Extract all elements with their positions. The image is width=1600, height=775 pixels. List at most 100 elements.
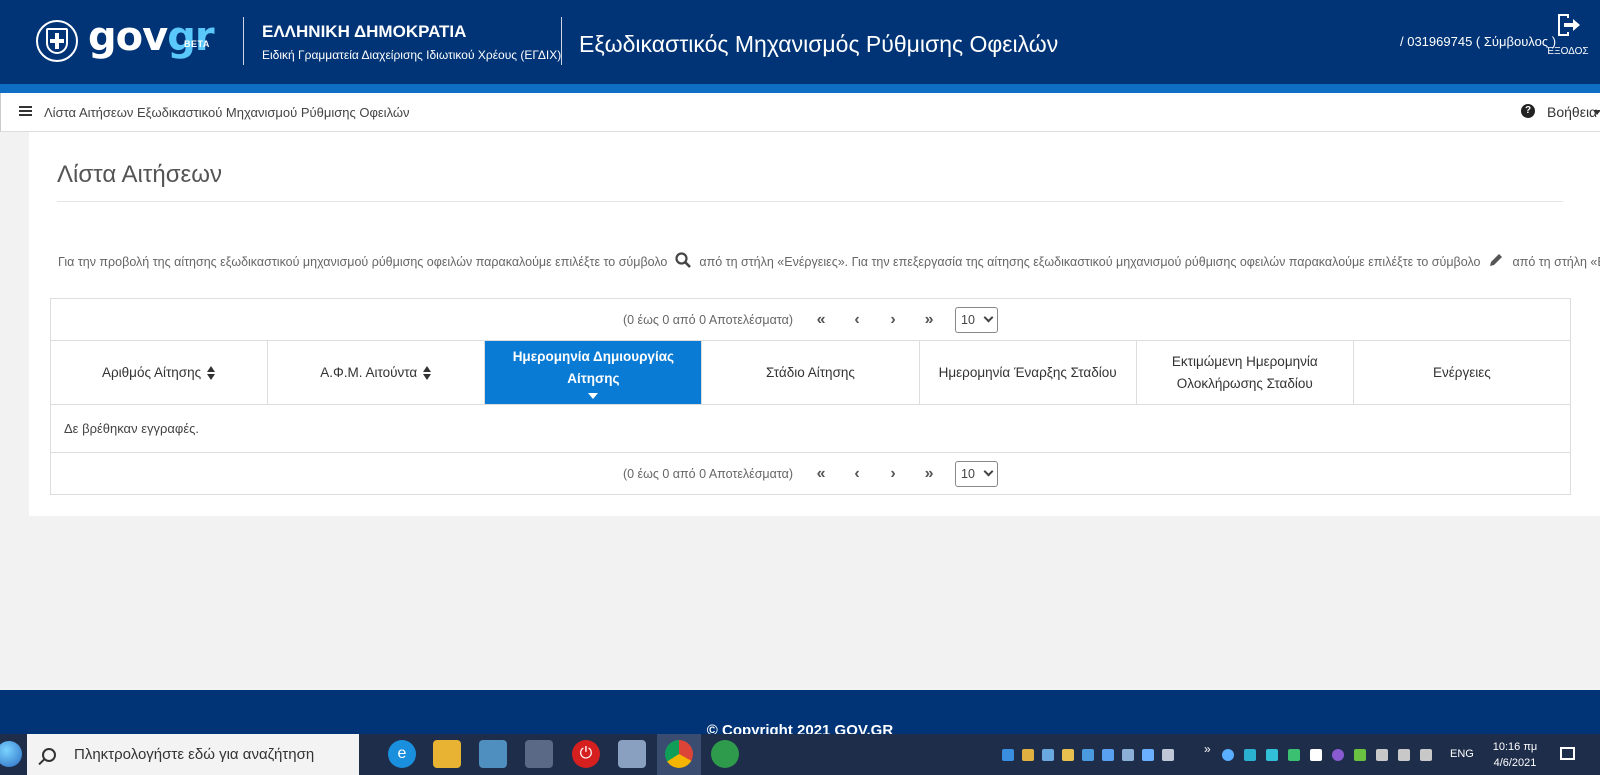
column-header-stage[interactable]: Στάδιο Αίτησης [702, 341, 920, 404]
header-stripe [0, 84, 1600, 93]
column-label: Αριθμός Αίτησης [101, 364, 202, 380]
tray-app-icon[interactable] [1082, 749, 1094, 761]
notepad-icon[interactable] [479, 740, 507, 768]
tray-app-icon[interactable] [1062, 749, 1074, 761]
column-label: Ημερομηνία Δημιουργίας Αίτησης [512, 349, 675, 386]
tray-app-icon[interactable] [1222, 749, 1234, 761]
taskbar-search-placeholder: Πληκτρολογήστε εδώ για αναζήτηση [74, 746, 315, 763]
next-page-button[interactable]: › [875, 462, 911, 486]
chevron-down-icon [983, 312, 994, 323]
govgr-logo[interactable]: govgr [88, 14, 215, 60]
column-label: Ενέργειες [1433, 364, 1491, 380]
page-size-select[interactable]: 10 [955, 460, 999, 487]
nvidia-icon[interactable] [1354, 749, 1366, 761]
tray-app-icon[interactable] [1042, 749, 1054, 761]
first-page-button[interactable]: « [803, 462, 839, 486]
clock[interactable]: 10:16 πμ 4/6/2021 [1490, 739, 1540, 771]
column-label: Α.Φ.Μ. Αιτούντα [320, 364, 418, 380]
caret-down-icon[interactable] [1593, 110, 1600, 115]
sort-desc-icon [588, 393, 599, 399]
search-icon [675, 252, 692, 271]
tray-app-icon[interactable] [1244, 749, 1256, 761]
edge-icon[interactable]: e [388, 740, 416, 768]
prev-page-button[interactable]: ‹ [839, 308, 875, 332]
last-page-button[interactable]: » [911, 308, 947, 332]
column-header-stage-start[interactable]: Ημερομηνία Έναρξης Σταδίου [920, 341, 1137, 404]
top-header: govgr BETA ΕΛΛΗΝΙΚΗ ΔΗΜΟΚΡΑΤΙΑ Ειδική Γρ… [0, 0, 1600, 84]
title-divider [57, 201, 1563, 202]
volume-icon[interactable] [1420, 749, 1432, 761]
page-size-select[interactable]: 10 [955, 306, 999, 333]
tray-app-icon[interactable] [1022, 749, 1034, 761]
store-icon[interactable] [618, 740, 646, 768]
device-icon[interactable] [1376, 749, 1388, 761]
column-label: Εκτιμώμενη Ημερομηνία Ολοκλήρωσης Σταδίο… [1171, 353, 1318, 391]
greek-emblem-icon [36, 20, 78, 62]
header-divider [243, 17, 244, 65]
page-size-value: 10 [961, 312, 975, 327]
help-menu[interactable]: Βοήθεια [1547, 104, 1597, 120]
column-header-creation-date[interactable]: Ημερομηνία Δημιουργίας Αίτησης [485, 341, 703, 404]
column-header-afm[interactable]: Α.Φ.Μ. Αιτούντα [268, 341, 486, 404]
instructions-part3: από τη στήλη «Ενέργειες». [1512, 254, 1600, 269]
column-header-stage-estimated-end[interactable]: Εκτιμώμενη Ημερομηνία Ολοκλήρωσης Σταδίο… [1137, 341, 1354, 404]
column-label: Στάδιο Αίτησης [766, 364, 855, 380]
breadcrumb[interactable]: Λίστα Αιτήσεων Εξωδικαστικού Μηχανισμού … [44, 105, 410, 120]
pagination-top: (0 έως 0 από 0 Αποτελέσματα) « ‹ › » 10 [51, 299, 1570, 341]
list-icon[interactable] [19, 106, 32, 117]
next-page-button[interactable]: › [875, 308, 911, 332]
app-icon[interactable] [711, 740, 739, 768]
windows-icon [0, 741, 22, 767]
tray-app-icon[interactable] [1122, 749, 1134, 761]
first-page-button[interactable]: « [803, 308, 839, 332]
clock-time: 10:16 πμ [1492, 741, 1538, 753]
chrome-icon[interactable] [665, 740, 693, 768]
search-icon [42, 747, 56, 762]
file-explorer-icon[interactable] [433, 740, 461, 768]
tray-app-icon[interactable] [1162, 749, 1174, 761]
network-icon[interactable] [1398, 749, 1410, 761]
logout-label: ΕΞΟΔΟΣ [1547, 46, 1589, 57]
instructions-part1: Για την προβολή της αίτησης εξωδικαστικο… [58, 254, 668, 269]
instructions-part2: από τη στήλη «Ενέργειες». Για την επεξερ… [699, 254, 1481, 269]
calculator-icon[interactable] [525, 740, 553, 768]
instructions-text: Για την προβολή της αίτησης εξωδικαστικο… [58, 252, 1600, 271]
page-size-value: 10 [961, 466, 975, 481]
pagination-bottom: (0 έως 0 από 0 Αποτελέσματα) « ‹ › » 10 [51, 452, 1570, 494]
clock-date: 4/6/2021 [1493, 757, 1537, 769]
logout-button[interactable]: ΕΞΟΔΟΣ [1544, 10, 1592, 66]
header-divider [561, 17, 562, 65]
show-hidden-icons-chevron[interactable]: » [1204, 742, 1211, 756]
tray-app-icon[interactable] [1142, 749, 1154, 761]
column-header-actions: Ενέργειες [1354, 341, 1570, 404]
table-header: Αριθμός Αίτησης Α.Φ.Μ. Αιτούντα Ημερομην… [51, 341, 1570, 405]
language-indicator[interactable]: ENG [1450, 748, 1474, 760]
chevron-down-icon [983, 466, 994, 477]
tray-app-icon[interactable] [1266, 749, 1278, 761]
taskbar-search[interactable]: Πληκτρολογήστε εδώ για αναζήτηση [27, 734, 359, 775]
notification-center-icon[interactable] [1560, 747, 1575, 760]
last-page-button[interactable]: » [911, 462, 947, 486]
app-title: Εξωδικαστικός Μηχανισμός Ρύθμισης Οφειλώ… [579, 31, 1059, 57]
column-header-application-number[interactable]: Αριθμός Αίτησης [51, 341, 269, 404]
sort-icon [207, 365, 216, 380]
pencil-icon [1488, 252, 1504, 271]
column-label: Ημερομηνία Έναρξης Σταδίου [938, 364, 1117, 380]
page-title: Λίστα Αιτήσεων [57, 161, 222, 188]
question-circle-icon[interactable]: ? [1521, 104, 1535, 118]
prev-page-button[interactable]: ‹ [839, 462, 875, 486]
windows-taskbar: Πληκτρολογήστε εδώ για αναζήτηση e ⏻ » E… [0, 734, 1600, 775]
start-button[interactable] [0, 734, 27, 775]
tray-app-icon[interactable] [1288, 749, 1300, 761]
beta-badge: BETA [184, 39, 210, 49]
mail-icon[interactable] [1310, 749, 1322, 761]
power-icon[interactable]: ⏻ [572, 740, 600, 768]
tray-app-icon[interactable] [1102, 749, 1114, 761]
results-count: (0 έως 0 από 0 Αποτελέσματα) [622, 466, 794, 481]
viber-icon[interactable] [1332, 749, 1344, 761]
sort-icon [423, 365, 432, 380]
user-info: / 031969745 ( Σύμβουλος ) [1400, 34, 1557, 49]
onedrive-icon[interactable] [1002, 749, 1014, 761]
republic-title: ΕΛΛΗΝΙΚΗ ΔΗΜΟΚΡΑΤΙΑ [262, 22, 467, 41]
logout-icon [1558, 14, 1580, 36]
